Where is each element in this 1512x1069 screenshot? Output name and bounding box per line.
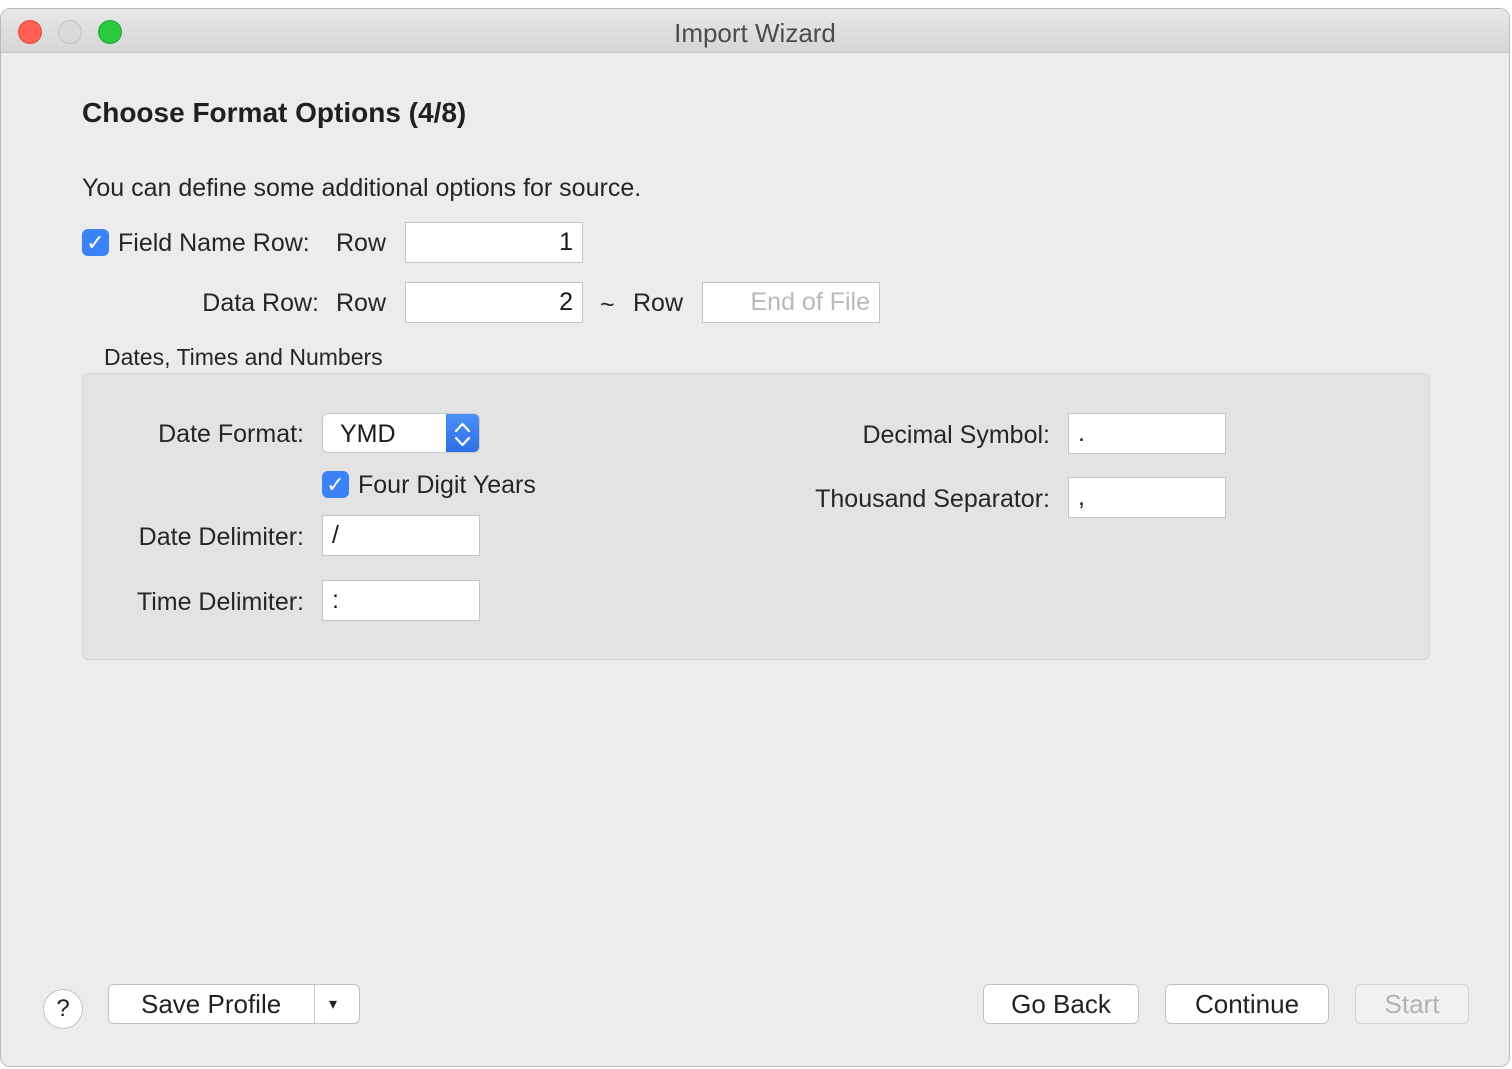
data-row-start-input[interactable]: 2 — [405, 282, 583, 323]
checkmark-icon: ✓ — [86, 229, 105, 255]
time-delimiter-label: Time Delimiter: — [136, 588, 304, 616]
start-button[interactable]: Start — [1355, 984, 1469, 1024]
title-bar: Import Wizard — [1, 9, 1509, 53]
window-title: Import Wizard — [674, 18, 836, 48]
range-tilde: ~ — [600, 291, 615, 319]
page-heading: Choose Format Options (4/8) — [82, 97, 467, 128]
date-format-value: YMD — [340, 420, 396, 448]
date-format-select[interactable]: YMD — [322, 413, 480, 453]
data-row-row-label: Row — [336, 289, 387, 317]
date-delimiter-input[interactable]: / — [322, 515, 480, 556]
data-row-label: Data Row: — [202, 289, 319, 317]
go-back-button[interactable]: Go Back — [983, 984, 1139, 1024]
import-wizard-window: Import Wizard Choose Format Options (4/8… — [0, 8, 1510, 1067]
page-description: You can define some additional options f… — [82, 174, 642, 202]
four-digit-years-label: Four Digit Years — [358, 471, 536, 499]
button-divider — [314, 985, 315, 1023]
date-delimiter-label: Date Delimiter: — [138, 523, 304, 551]
checkmark-icon: ✓ — [326, 471, 345, 497]
data-row-end-row-label: Row — [633, 289, 684, 317]
field-name-row-checkbox[interactable]: ✓ — [82, 229, 109, 256]
field-name-row-label: Field Name Row: — [118, 229, 310, 257]
save-profile-label: Save Profile — [141, 988, 282, 1019]
field-name-row-input[interactable]: 1 — [405, 222, 583, 263]
time-delimiter-input[interactable]: : — [322, 580, 480, 621]
help-icon: ? — [56, 995, 70, 1022]
decimal-symbol-label: Decimal Symbol: — [862, 421, 1050, 449]
four-digit-years-checkbox[interactable]: ✓ — [322, 471, 349, 498]
thousand-separator-label: Thousand Separator: — [815, 485, 1050, 513]
save-profile-button[interactable]: Save Profile ▾ — [108, 984, 360, 1024]
chevron-down-icon[interactable]: ▾ — [329, 994, 337, 1014]
help-button[interactable]: ? — [43, 989, 83, 1029]
date-format-label: Date Format: — [158, 420, 304, 448]
thousand-separator-input[interactable]: , — [1068, 477, 1226, 518]
data-row-end-input[interactable]: End of File — [702, 282, 880, 323]
select-stepper-icon — [446, 414, 479, 452]
group-title: Dates, Times and Numbers — [104, 344, 383, 370]
decimal-symbol-input[interactable]: . — [1068, 413, 1226, 454]
continue-button[interactable]: Continue — [1165, 984, 1329, 1024]
field-name-row-row-label: Row — [336, 229, 387, 257]
